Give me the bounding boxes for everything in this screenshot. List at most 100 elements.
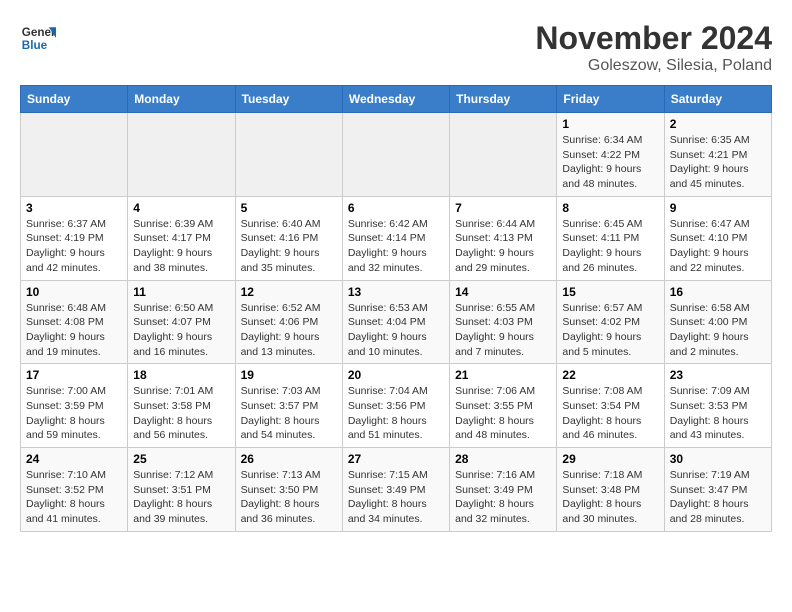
day-number: 23 <box>670 368 766 382</box>
calendar-cell: 21 Sunrise: 7:06 AMSunset: 3:55 PMDayligh… <box>450 364 557 448</box>
day-info: Sunrise: 7:00 AMSunset: 3:59 PMDaylight:… <box>26 384 122 443</box>
day-info: Sunrise: 7:18 AMSunset: 3:48 PMDaylight:… <box>562 468 658 527</box>
calendar-week-4: 17 Sunrise: 7:00 AMSunset: 3:59 PMDayligh… <box>21 364 772 448</box>
page-header: General Blue November 2024 Goleszow, Sil… <box>20 20 772 75</box>
calendar-cell: 1 Sunrise: 6:34 AMSunset: 4:22 PMDaylight… <box>557 113 664 197</box>
header-wednesday: Wednesday <box>342 86 449 113</box>
calendar-cell: 5 Sunrise: 6:40 AMSunset: 4:16 PMDaylight… <box>235 196 342 280</box>
day-info: Sunrise: 7:09 AMSunset: 3:53 PMDaylight:… <box>670 384 766 443</box>
day-info: Sunrise: 6:42 AMSunset: 4:14 PMDaylight:… <box>348 217 444 276</box>
calendar-cell: 14Sunrise: 6:55 AMSunset: 4:03 PMDayligh… <box>450 280 557 364</box>
calendar-cell: 9 Sunrise: 6:47 AMSunset: 4:10 PMDaylight… <box>664 196 771 280</box>
day-number: 11 <box>133 285 229 299</box>
calendar-cell: 2 Sunrise: 6:35 AMSunset: 4:21 PMDaylight… <box>664 113 771 197</box>
day-number: 29 <box>562 452 658 466</box>
calendar-week-3: 10 Sunrise: 6:48 AMSunset: 4:08 PMDayligh… <box>21 280 772 364</box>
day-info: Sunrise: 7:10 AMSunset: 3:52 PMDaylight:… <box>26 468 122 527</box>
day-info: Sunrise: 6:53 AMSunset: 4:04 PMDaylight:… <box>348 301 444 360</box>
calendar-cell: 30Sunrise: 7:19 AMSunset: 3:47 PMDayligh… <box>664 448 771 532</box>
day-info: Sunrise: 7:01 AMSunset: 3:58 PMDaylight:… <box>133 384 229 443</box>
day-info: Sunrise: 6:45 AMSunset: 4:11 PMDaylight:… <box>562 217 658 276</box>
calendar-cell <box>342 113 449 197</box>
day-number: 19 <box>241 368 337 382</box>
calendar-cell: 17 Sunrise: 7:00 AMSunset: 3:59 PMDayligh… <box>21 364 128 448</box>
calendar-cell: 26 Sunrise: 7:13 AMSunset: 3:50 PMDayligh… <box>235 448 342 532</box>
day-number: 10 <box>26 285 122 299</box>
header-tuesday: Tuesday <box>235 86 342 113</box>
day-info: Sunrise: 7:03 AMSunset: 3:57 PMDaylight:… <box>241 384 337 443</box>
day-number: 20 <box>348 368 444 382</box>
calendar-cell: 27 Sunrise: 7:15 AMSunset: 3:49 PMDayligh… <box>342 448 449 532</box>
calendar-cell: 3Sunrise: 6:37 AMSunset: 4:19 PMDaylight… <box>21 196 128 280</box>
logo: General Blue <box>20 20 56 56</box>
day-number: 7 <box>455 201 551 215</box>
calendar-week-1: 1 Sunrise: 6:34 AMSunset: 4:22 PMDaylight… <box>21 113 772 197</box>
calendar-cell: 13 Sunrise: 6:53 AMSunset: 4:04 PMDayligh… <box>342 280 449 364</box>
day-info: Sunrise: 6:52 AMSunset: 4:06 PMDaylight:… <box>241 301 337 360</box>
calendar-cell: 19 Sunrise: 7:03 AMSunset: 3:57 PMDayligh… <box>235 364 342 448</box>
day-info: Sunrise: 7:16 AMSunset: 3:49 PMDaylight:… <box>455 468 551 527</box>
day-info: Sunrise: 6:34 AMSunset: 4:22 PMDaylight:… <box>562 133 658 192</box>
day-info: Sunrise: 6:48 AMSunset: 4:08 PMDaylight:… <box>26 301 122 360</box>
day-info: Sunrise: 6:39 AMSunset: 4:17 PMDaylight:… <box>133 217 229 276</box>
day-info: Sunrise: 6:58 AMSunset: 4:00 PMDaylight:… <box>670 301 766 360</box>
calendar-week-5: 24 Sunrise: 7:10 AMSunset: 3:52 PMDayligh… <box>21 448 772 532</box>
calendar-cell: 6Sunrise: 6:42 AMSunset: 4:14 PMDaylight… <box>342 196 449 280</box>
day-number: 13 <box>348 285 444 299</box>
calendar-cell: 29 Sunrise: 7:18 AMSunset: 3:48 PMDayligh… <box>557 448 664 532</box>
location-subtitle: Goleszow, Silesia, Poland <box>535 57 772 75</box>
day-info: Sunrise: 6:50 AMSunset: 4:07 PMDaylight:… <box>133 301 229 360</box>
day-number: 24 <box>26 452 122 466</box>
day-number: 5 <box>241 201 337 215</box>
day-number: 25 <box>133 452 229 466</box>
day-number: 15 <box>562 285 658 299</box>
day-info: Sunrise: 6:35 AMSunset: 4:21 PMDaylight:… <box>670 133 766 192</box>
calendar-cell <box>450 113 557 197</box>
calendar-cell: 7 Sunrise: 6:44 AMSunset: 4:13 PMDaylight… <box>450 196 557 280</box>
calendar-cell: 8 Sunrise: 6:45 AMSunset: 4:11 PMDaylight… <box>557 196 664 280</box>
calendar-cell: 25 Sunrise: 7:12 AMSunset: 3:51 PMDayligh… <box>128 448 235 532</box>
calendar-cell: 12 Sunrise: 6:52 AMSunset: 4:06 PMDayligh… <box>235 280 342 364</box>
day-info: Sunrise: 6:55 AMSunset: 4:03 PMDaylight:… <box>455 301 551 360</box>
day-info: Sunrise: 6:47 AMSunset: 4:10 PMDaylight:… <box>670 217 766 276</box>
day-number: 17 <box>26 368 122 382</box>
calendar-cell: 16 Sunrise: 6:58 AMSunset: 4:00 PMDayligh… <box>664 280 771 364</box>
calendar-cell: 15Sunrise: 6:57 AMSunset: 4:02 PMDayligh… <box>557 280 664 364</box>
calendar-cell <box>21 113 128 197</box>
day-info: Sunrise: 7:06 AMSunset: 3:55 PMDaylight:… <box>455 384 551 443</box>
day-info: Sunrise: 6:44 AMSunset: 4:13 PMDaylight:… <box>455 217 551 276</box>
day-info: Sunrise: 7:13 AMSunset: 3:50 PMDaylight:… <box>241 468 337 527</box>
day-info: Sunrise: 7:12 AMSunset: 3:51 PMDaylight:… <box>133 468 229 527</box>
day-info: Sunrise: 6:40 AMSunset: 4:16 PMDaylight:… <box>241 217 337 276</box>
day-number: 28 <box>455 452 551 466</box>
day-number: 9 <box>670 201 766 215</box>
day-number: 2 <box>670 117 766 131</box>
svg-text:Blue: Blue <box>22 39 48 52</box>
day-number: 4 <box>133 201 229 215</box>
header-saturday: Saturday <box>664 86 771 113</box>
calendar-cell <box>235 113 342 197</box>
calendar-cell <box>128 113 235 197</box>
day-number: 21 <box>455 368 551 382</box>
day-info: Sunrise: 7:19 AMSunset: 3:47 PMDaylight:… <box>670 468 766 527</box>
header-friday: Friday <box>557 86 664 113</box>
calendar-cell: 28 Sunrise: 7:16 AMSunset: 3:49 PMDayligh… <box>450 448 557 532</box>
calendar-cell: 10 Sunrise: 6:48 AMSunset: 4:08 PMDayligh… <box>21 280 128 364</box>
day-number: 26 <box>241 452 337 466</box>
calendar-table: SundayMondayTuesdayWednesdayThursdayFrid… <box>20 85 772 532</box>
calendar-cell: 22Sunrise: 7:08 AMSunset: 3:54 PMDayligh… <box>557 364 664 448</box>
day-number: 1 <box>562 117 658 131</box>
day-number: 8 <box>562 201 658 215</box>
logo-icon: General Blue <box>20 20 56 56</box>
day-number: 3 <box>26 201 122 215</box>
header-sunday: Sunday <box>21 86 128 113</box>
calendar-cell: 18Sunrise: 7:01 AMSunset: 3:58 PMDayligh… <box>128 364 235 448</box>
calendar-week-2: 3Sunrise: 6:37 AMSunset: 4:19 PMDaylight… <box>21 196 772 280</box>
day-number: 12 <box>241 285 337 299</box>
day-info: Sunrise: 7:15 AMSunset: 3:49 PMDaylight:… <box>348 468 444 527</box>
day-info: Sunrise: 7:08 AMSunset: 3:54 PMDaylight:… <box>562 384 658 443</box>
day-number: 16 <box>670 285 766 299</box>
header-thursday: Thursday <box>450 86 557 113</box>
day-number: 27 <box>348 452 444 466</box>
calendar-cell: 20Sunrise: 7:04 AMSunset: 3:56 PMDayligh… <box>342 364 449 448</box>
